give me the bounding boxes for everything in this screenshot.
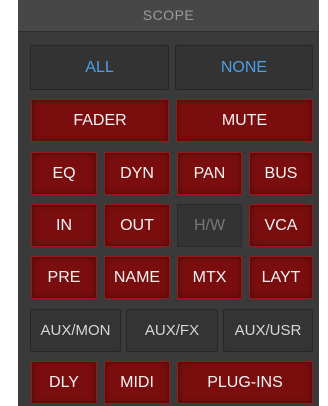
eq-button[interactable]: EQ <box>31 152 97 195</box>
fader-button[interactable]: FADER <box>31 99 169 142</box>
vca-button[interactable]: VCA <box>249 204 313 247</box>
scope-header: SCOPE <box>18 0 319 32</box>
all-button[interactable]: ALL <box>30 45 169 90</box>
aux-mon-button[interactable]: AUX/MON <box>30 309 121 352</box>
aux-usr-button[interactable]: AUX/USR <box>223 309 313 352</box>
bus-button[interactable]: BUS <box>249 152 313 195</box>
layt-button[interactable]: LAYT <box>249 256 313 299</box>
name-button[interactable]: NAME <box>104 256 170 299</box>
scope-panel: SCOPE ALL NONE FADER MUTE EQ DYN PAN BUS… <box>18 0 319 406</box>
midi-button[interactable]: MIDI <box>104 361 170 404</box>
plugins-button[interactable]: PLUG-INS <box>177 361 313 404</box>
dyn-button[interactable]: DYN <box>104 152 170 195</box>
hw-button[interactable]: H/W <box>177 204 242 247</box>
mtx-button[interactable]: MTX <box>177 256 242 299</box>
pan-button[interactable]: PAN <box>177 152 242 195</box>
out-button[interactable]: OUT <box>104 204 170 247</box>
in-button[interactable]: IN <box>31 204 97 247</box>
none-button[interactable]: NONE <box>175 45 313 90</box>
aux-fx-button[interactable]: AUX/FX <box>126 309 218 352</box>
mute-button[interactable]: MUTE <box>176 99 313 142</box>
pre-button[interactable]: PRE <box>31 256 97 299</box>
dly-button[interactable]: DLY <box>31 361 97 404</box>
